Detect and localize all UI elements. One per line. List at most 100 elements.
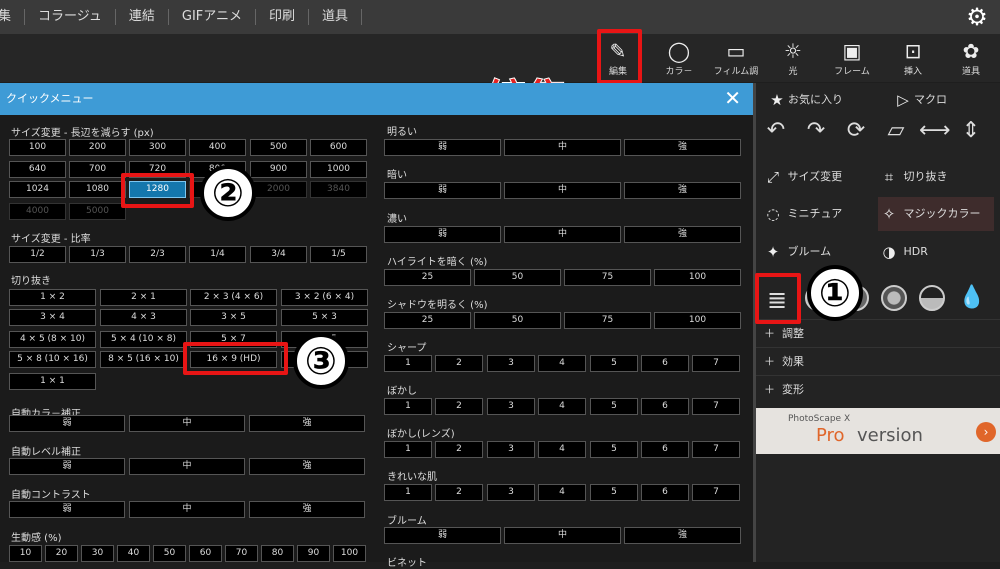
vibrance-option[interactable]: 10 — [9, 545, 42, 562]
bloom-option[interactable]: 強 — [624, 527, 741, 544]
menu-tab-print[interactable]: 印刷 — [256, 9, 310, 25]
resize-ratio-option[interactable]: 1/2 — [9, 246, 66, 263]
bloom-option[interactable]: 中 — [504, 527, 621, 544]
favorites-tab[interactable]: ★ お気に入り — [766, 91, 843, 109]
filter-gradient-icon[interactable] — [919, 285, 945, 311]
sharpen-option[interactable]: 6 — [641, 355, 689, 372]
rotate-free-icon[interactable]: ⟳ — [841, 116, 871, 146]
lens-blur-option[interactable]: 1 — [384, 441, 432, 458]
feature-bloom[interactable]: ✦ ブルーム — [762, 235, 874, 269]
rotate-left-icon[interactable]: ↶ — [761, 116, 791, 146]
crop-option[interactable]: 2 × 3 (4 × 6) — [190, 289, 277, 306]
bright-option[interactable]: 強 — [624, 139, 741, 156]
resize-ratio-option[interactable]: 1/3 — [69, 246, 126, 263]
resize-ratio-option[interactable]: 2/3 — [129, 246, 186, 263]
bright-option[interactable]: 弱 — [384, 139, 501, 156]
vibrance-option[interactable]: 30 — [81, 545, 114, 562]
resize-long-option[interactable]: 100 — [9, 139, 66, 156]
resize-ratio-option[interactable]: 3/4 — [250, 246, 307, 263]
menu-tab-collage[interactable]: コラージュ — [25, 9, 116, 25]
flip-vertical-icon[interactable]: ⇕ — [956, 116, 986, 146]
resize-long-option[interactable]: 600 — [310, 139, 367, 156]
skin-option[interactable]: 5 — [590, 484, 638, 501]
tool-light[interactable]: ☼ 光 — [764, 36, 822, 80]
resize-ratio-option[interactable]: 1/4 — [189, 246, 246, 263]
lens-blur-option[interactable]: 5 — [590, 441, 638, 458]
tool-film[interactable]: ▭ フィルム調 — [707, 36, 765, 80]
macro-tab[interactable]: ▷ マクロ — [892, 91, 947, 109]
resize-ratio-option[interactable]: 1/5 — [310, 246, 367, 263]
tool-color[interactable]: ◯ カラ－ — [650, 36, 708, 80]
tool-tools[interactable]: ✿ 道具 — [942, 36, 1000, 80]
highlight-option[interactable]: 75 — [564, 269, 651, 286]
tool-edit[interactable]: ✎ 編集 — [589, 36, 647, 80]
section-effect[interactable]: ＋ 効果 — [756, 347, 1000, 375]
arrow-right-icon[interactable]: › — [976, 422, 996, 442]
section-transform[interactable]: ＋ 変形 — [756, 375, 1000, 403]
skin-option[interactable]: 2 — [435, 484, 483, 501]
resize-long-option[interactable]: 1024 — [9, 181, 66, 198]
vibrance-option[interactable]: 80 — [261, 545, 294, 562]
pro-version-banner[interactable]: PhotoScape X Pro version › — [756, 408, 1000, 454]
menu-tab-combine[interactable]: 連結 — [116, 9, 169, 25]
feature-magic-color[interactable]: ✧ マジックカラー — [878, 197, 994, 231]
auto-color-option[interactable]: 強 — [249, 415, 365, 432]
feature-hdr[interactable]: ◑ HDR — [878, 235, 994, 269]
sharpen-option[interactable]: 4 — [538, 355, 586, 372]
resize-long-option[interactable]: 400 — [189, 139, 246, 156]
skin-option[interactable]: 6 — [641, 484, 689, 501]
lens-blur-option[interactable]: 3 — [487, 441, 535, 458]
vibrance-option[interactable]: 50 — [153, 545, 186, 562]
crop-option[interactable]: 4 × 3 — [100, 309, 187, 326]
feature-crop[interactable]: ⌗ 切り抜き — [878, 160, 994, 194]
menu-tab-gif[interactable]: GIFアニメ — [169, 9, 257, 25]
crop-option[interactable]: 1 × 2 — [9, 289, 96, 306]
resize-long-option[interactable]: 1000 — [310, 161, 367, 178]
vibrance-option[interactable]: 90 — [297, 545, 330, 562]
vibrance-option[interactable]: 70 — [225, 545, 258, 562]
deep-option[interactable]: 強 — [624, 226, 741, 243]
skin-option[interactable]: 1 — [384, 484, 432, 501]
auto-color-option[interactable]: 弱 — [9, 415, 125, 432]
shadow-option[interactable]: 25 — [384, 312, 471, 329]
shadow-option[interactable]: 100 — [654, 312, 741, 329]
deep-option[interactable]: 中 — [504, 226, 621, 243]
dark-option[interactable]: 中 — [504, 182, 621, 199]
gear-icon[interactable]: ⚙ — [964, 4, 990, 30]
resize-long-option[interactable]: 900 — [250, 161, 307, 178]
skin-option[interactable]: 7 — [692, 484, 740, 501]
vibrance-option[interactable]: 20 — [45, 545, 78, 562]
resize-long-option[interactable]: 640 — [9, 161, 66, 178]
vibrance-option[interactable]: 60 — [189, 545, 222, 562]
section-adjust[interactable]: ＋ 調整 — [756, 319, 1000, 347]
skin-option[interactable]: 3 — [487, 484, 535, 501]
resize-long-option[interactable]: 300 — [129, 139, 186, 156]
highlight-option[interactable]: 50 — [474, 269, 561, 286]
quick-menu-icon[interactable]: ≣ — [761, 283, 793, 317]
tool-frame[interactable]: ▣ フレーム — [823, 36, 881, 80]
shadow-option[interactable]: 50 — [474, 312, 561, 329]
tool-insert[interactable]: ⊡ 挿入 — [884, 36, 942, 80]
blur-option[interactable]: 7 — [692, 398, 740, 415]
blur-option[interactable]: 4 — [538, 398, 586, 415]
sharpen-option[interactable]: 7 — [692, 355, 740, 372]
sharpen-option[interactable]: 5 — [590, 355, 638, 372]
lens-blur-option[interactable]: 7 — [692, 441, 740, 458]
resize-long-option[interactable]: 200 — [69, 139, 126, 156]
crop-option[interactable]: 4 × 5 (8 × 10) — [9, 331, 96, 348]
bright-option[interactable]: 中 — [504, 139, 621, 156]
auto-color-option[interactable]: 中 — [129, 415, 245, 432]
resize-long-option[interactable]: 700 — [69, 161, 126, 178]
crop-option[interactable]: 5 × 8 (10 × 16) — [9, 351, 96, 368]
sharpen-option[interactable]: 1 — [384, 355, 432, 372]
shadow-option[interactable]: 75 — [564, 312, 651, 329]
blur-option[interactable]: 6 — [641, 398, 689, 415]
resize-long-option[interactable]: 1080 — [69, 181, 126, 198]
resize-long-option[interactable]: 720 — [129, 161, 186, 178]
resize-long-option[interactable]: 1280 — [129, 181, 186, 198]
menu-tab-tools[interactable]: 道具 — [309, 9, 363, 25]
lens-blur-option[interactable]: 6 — [641, 441, 689, 458]
feature-resize[interactable]: ⤢ サイズ変更 — [762, 160, 874, 194]
bloom-option[interactable]: 弱 — [384, 527, 501, 544]
blur-option[interactable]: 2 — [435, 398, 483, 415]
